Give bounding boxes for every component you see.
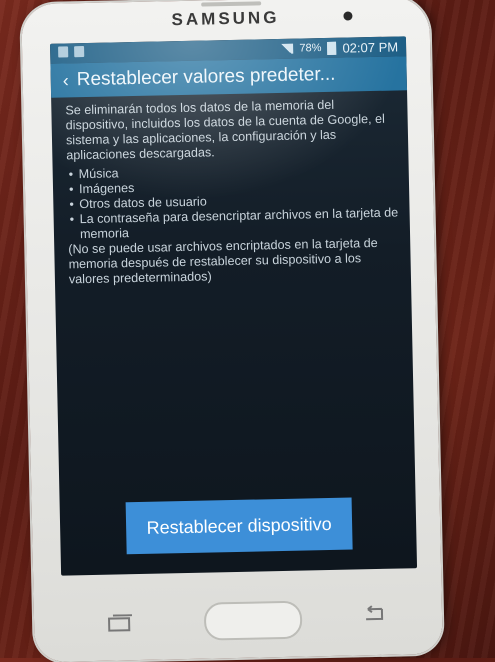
reset-description: Se eliminarán todos los datos de la memo… (65, 96, 401, 291)
intro-text: Se eliminarán todos los datos de la memo… (65, 96, 398, 163)
back-icon[interactable] (360, 605, 386, 626)
speaker-grille (201, 1, 261, 6)
battery-percent: 78% (299, 42, 321, 54)
notification-icon (74, 46, 84, 57)
recent-apps-icon[interactable] (106, 614, 134, 633)
brand-logo: SAMSUNG (21, 5, 429, 34)
data-list: Música Imágenes Otros datos de usuario L… (67, 160, 400, 242)
battery-icon (327, 41, 336, 54)
home-button[interactable] (204, 601, 303, 641)
reset-device-button[interactable]: Restablecer dispositivo (126, 498, 353, 555)
encryption-note: (No se puede usar archivos encriptados e… (68, 235, 401, 287)
page-title: Restablecer valores predeter... (77, 64, 336, 91)
notification-icon (58, 46, 68, 57)
action-bar: ‹ Restablecer valores predeter... (50, 56, 407, 97)
signal-icon (279, 44, 293, 54)
clock: 02:07 PM (342, 39, 398, 55)
hardware-keys (34, 586, 443, 645)
phone-body: SAMSUNG 78% 02:07 PM ‹ Restablecer valor… (21, 0, 443, 662)
screen: 78% 02:07 PM ‹ Restablecer valores prede… (50, 36, 417, 575)
back-chevron-icon[interactable]: ‹ (55, 70, 77, 91)
